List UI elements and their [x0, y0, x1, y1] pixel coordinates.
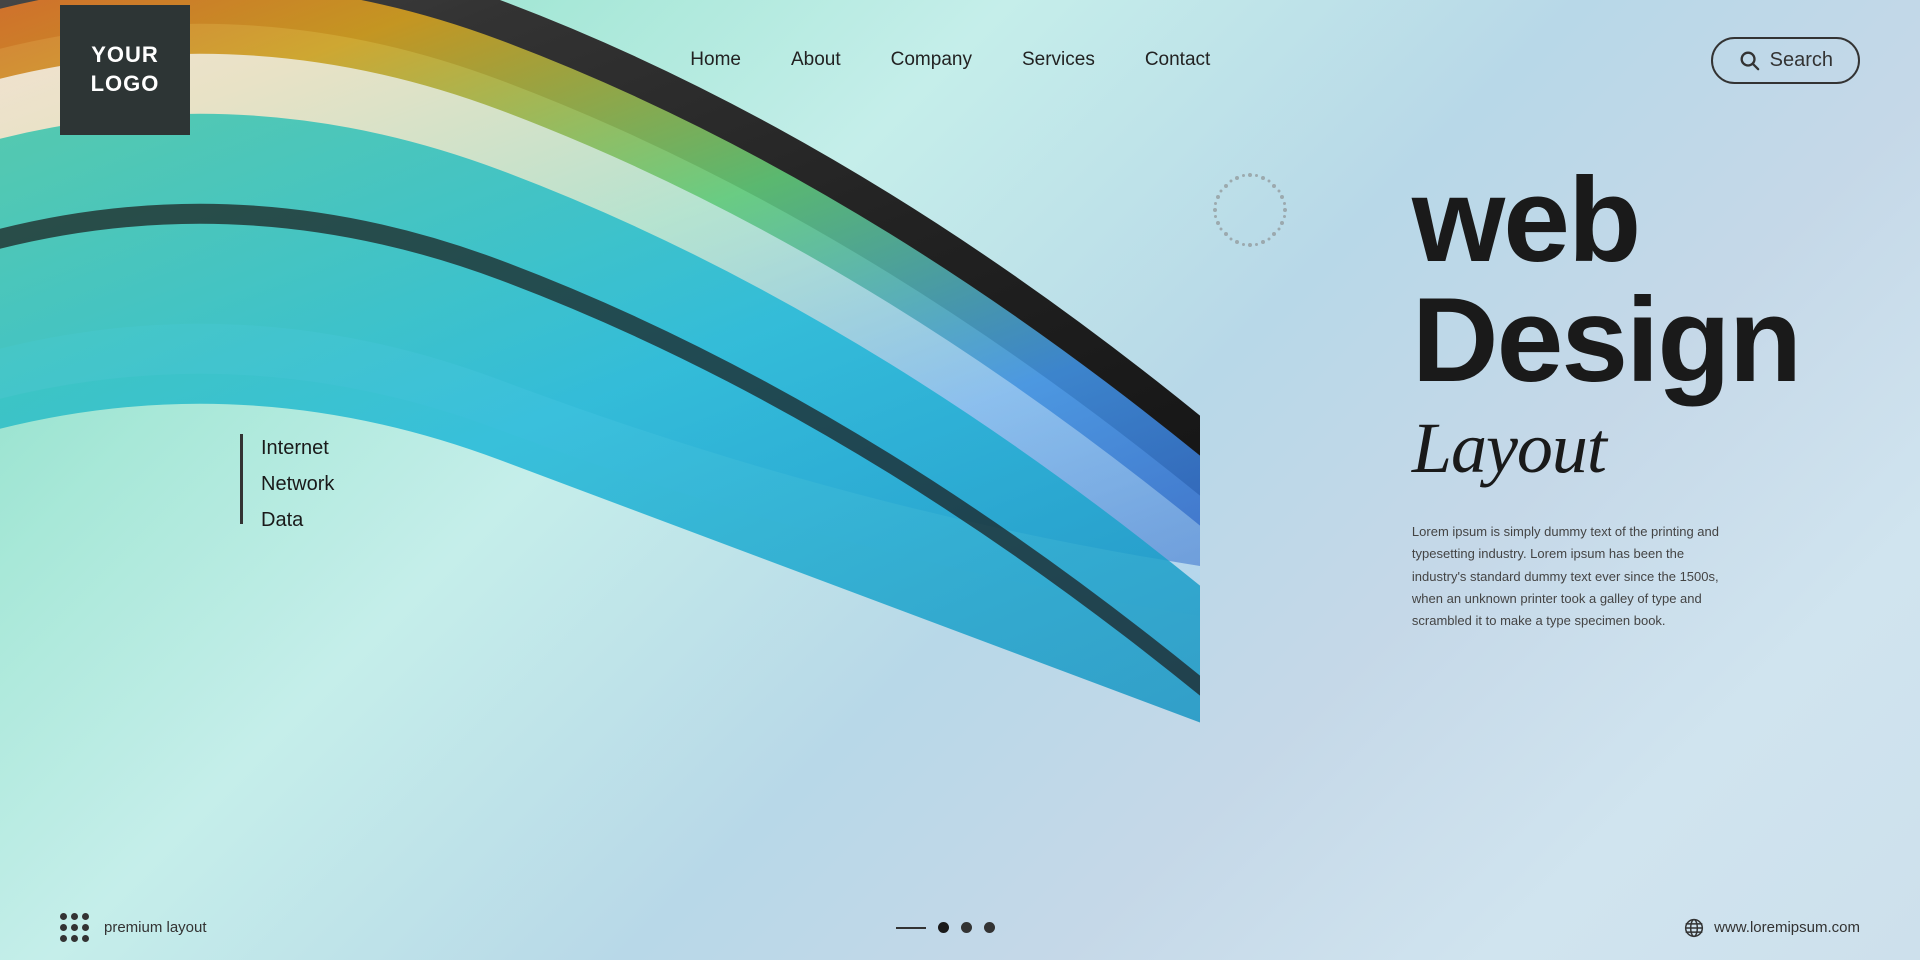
left-text-line3: Data	[261, 502, 334, 538]
navbar: YOUR LOGO Home About Company Services Co…	[0, 0, 1920, 120]
nav-services[interactable]: Services	[1022, 49, 1095, 71]
logo[interactable]: YOUR LOGO	[60, 5, 190, 135]
premium-layout: premium layout	[60, 913, 207, 942]
nav-dot-3[interactable]	[984, 922, 995, 933]
website-link[interactable]: www.loremipsum.com	[1684, 918, 1860, 938]
premium-label: premium layout	[104, 919, 207, 936]
nav-company[interactable]: Company	[891, 49, 972, 71]
grid-dot	[71, 935, 78, 942]
nav-about[interactable]: About	[791, 49, 841, 71]
wave-svg	[0, 0, 1200, 960]
hero-body-text: Lorem ipsum is simply dummy text of the …	[1412, 521, 1742, 631]
grid-dot	[60, 935, 67, 942]
bottom-bar: premium layout www.loremipsum.com	[0, 895, 1920, 960]
logo-line1: YOUR	[91, 41, 159, 70]
grid-icon	[60, 913, 89, 942]
website-url: www.loremipsum.com	[1714, 919, 1860, 936]
grid-dot	[82, 935, 89, 942]
grid-dot	[60, 913, 67, 920]
dots-nav[interactable]	[896, 922, 995, 933]
nav-line	[896, 927, 926, 929]
search-label: Search	[1770, 49, 1833, 72]
left-text-line2: Network	[261, 466, 334, 502]
search-icon	[1738, 49, 1760, 71]
left-content: Internet Network Data	[240, 430, 334, 538]
dotted-circle-decoration	[1210, 170, 1290, 250]
hero-content: web Design Layout Lorem ipsum is simply …	[1412, 160, 1800, 632]
grid-dot	[82, 924, 89, 931]
search-bar[interactable]: Search	[1711, 37, 1860, 84]
globe-icon	[1684, 918, 1704, 938]
hero-title-layout: Layout	[1412, 405, 1800, 491]
nav-dot-1[interactable]	[938, 922, 949, 933]
nav-contact[interactable]: Contact	[1145, 49, 1210, 71]
left-text: Internet Network Data	[261, 430, 334, 538]
grid-dot	[60, 924, 67, 931]
hero-title-design: Design	[1412, 280, 1800, 400]
left-text-line1: Internet	[261, 430, 334, 466]
grid-dot	[71, 913, 78, 920]
hero-title-web: web	[1412, 160, 1800, 280]
grid-dot	[82, 913, 89, 920]
grid-dot	[71, 924, 78, 931]
nav-dot-2[interactable]	[961, 922, 972, 933]
nav-home[interactable]: Home	[690, 49, 741, 71]
left-divider	[240, 434, 243, 524]
logo-line2: LOGO	[91, 70, 160, 99]
nav-links: Home About Company Services Contact	[690, 49, 1210, 71]
